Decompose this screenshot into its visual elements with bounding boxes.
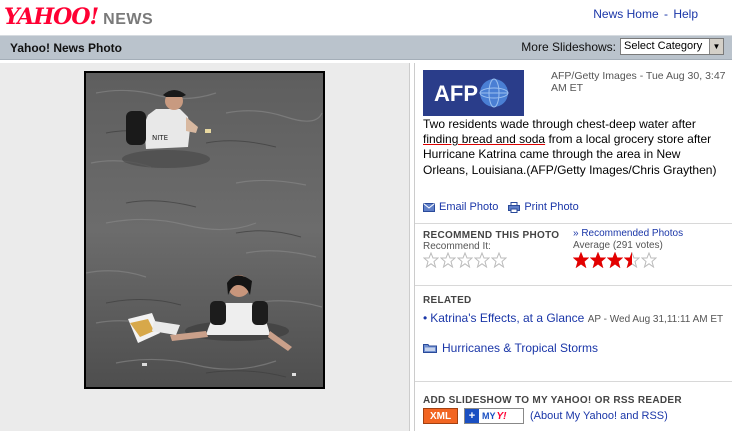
link-separator: - xyxy=(663,7,668,21)
photo-caption: Two residents wade through chest-deep wa… xyxy=(423,117,723,178)
related-item: Hurricanes & Tropical Storms xyxy=(423,341,598,355)
news-logo-text: NEWS xyxy=(103,11,154,28)
empty-star-icon[interactable] xyxy=(457,252,473,268)
recommend-info: » Recommended Photos Average (291 votes) xyxy=(573,228,683,251)
recommend-heading: RECOMMEND THIS PHOTO xyxy=(423,230,560,241)
afp-source-logo[interactable]: AFP xyxy=(423,70,524,116)
filled-star-icon xyxy=(573,252,589,268)
page-title: Yahoo! News Photo xyxy=(10,41,123,55)
photo-frame: NITE xyxy=(84,71,325,389)
recommend-it-label: Recommend It: xyxy=(423,241,491,252)
add-to-my-yahoo-button[interactable]: + MY Y! xyxy=(464,408,524,424)
top-links: News Home - Help xyxy=(593,7,698,21)
email-photo-label: Email Photo xyxy=(439,201,499,213)
empty-star-icon[interactable] xyxy=(440,252,456,268)
help-link[interactable]: Help xyxy=(673,7,698,21)
empty-star-icon[interactable] xyxy=(491,252,507,268)
info-panel: AFP AFP/Getty Images - Tue Aug 30, 3:47 … xyxy=(414,63,732,431)
title-bar: Yahoo! News Photo More Slideshows: Selec… xyxy=(0,35,732,60)
add-slideshow-row: XML + MY Y! (About My Yahoo! and RSS) xyxy=(423,408,668,424)
yahoo-logo-text: YAHOO! xyxy=(4,4,99,30)
empty-star-icon[interactable] xyxy=(474,252,490,268)
svg-text:NITE: NITE xyxy=(152,134,168,142)
related-item: • Katrina's Effects, at a Glance AP - Wed… xyxy=(423,312,728,326)
xml-rss-button[interactable]: XML xyxy=(423,408,458,424)
filled-star-icon xyxy=(590,252,606,268)
photo-credit: AFP/Getty Images - Tue Aug 30, 3:47 AM E… xyxy=(551,70,726,94)
afp-logo-text: AFP xyxy=(434,81,478,106)
news-home-link[interactable]: News Home xyxy=(593,7,658,21)
page-header: YAHOO! NEWS News Home - Help xyxy=(0,0,732,34)
category-select-value: Select Category xyxy=(624,40,703,52)
related-item-meta: AP - Wed Aug 31,11:11 AM ET xyxy=(587,314,724,325)
print-photo-label: Print Photo xyxy=(524,201,579,213)
my-label: MY xyxy=(482,411,496,421)
yahoo-news-logo[interactable]: YAHOO! NEWS xyxy=(4,4,153,32)
afp-logo-icon: AFP xyxy=(434,78,508,108)
news-photo[interactable]: NITE xyxy=(86,73,323,387)
add-slideshow-heading: ADD SLIDESHOW TO MY YAHOO! OR RSS READER xyxy=(423,395,682,406)
bullet-icon: • xyxy=(423,311,428,325)
empty-star-icon xyxy=(641,252,657,268)
empty-star-icon[interactable] xyxy=(423,252,439,268)
email-photo-button[interactable]: Email Photo xyxy=(423,201,498,213)
divider xyxy=(415,285,732,286)
more-slideshows-label: More Slideshows: xyxy=(521,40,616,54)
related-item-link[interactable]: Katrina's Effects, at a Glance xyxy=(430,311,584,325)
print-photo-button[interactable]: Print Photo xyxy=(508,201,579,213)
divider xyxy=(415,223,732,224)
recommend-star-rating[interactable] xyxy=(423,252,507,268)
photo-panel: NITE xyxy=(0,63,410,431)
related-category-link[interactable]: Hurricanes & Tropical Storms xyxy=(442,341,598,355)
envelope-icon xyxy=(423,202,435,212)
yahoo-y-icon: Y! xyxy=(496,410,507,422)
caption-text-start: Two residents wade through chest-deep wa… xyxy=(423,117,696,131)
average-votes: Average (291 votes) xyxy=(573,240,663,251)
about-my-yahoo-rss-link[interactable]: (About My Yahoo! and RSS) xyxy=(530,410,668,422)
filled-star-icon xyxy=(607,252,623,268)
category-select[interactable]: Select Category ▼ xyxy=(620,38,724,55)
divider xyxy=(415,381,732,382)
filled-star-icon xyxy=(624,252,640,268)
photo-actions: Email Photo Print Photo xyxy=(423,201,579,213)
recommended-photos-link[interactable]: » Recommended Photos xyxy=(573,228,683,239)
average-star-rating xyxy=(573,252,657,268)
caption-link[interactable]: finding bread and soda xyxy=(423,132,545,146)
dropdown-arrow-icon[interactable]: ▼ xyxy=(709,39,723,54)
folder-icon xyxy=(423,344,437,353)
plus-icon: + xyxy=(465,409,479,423)
related-heading: RELATED xyxy=(423,295,472,306)
printer-icon xyxy=(508,201,521,213)
